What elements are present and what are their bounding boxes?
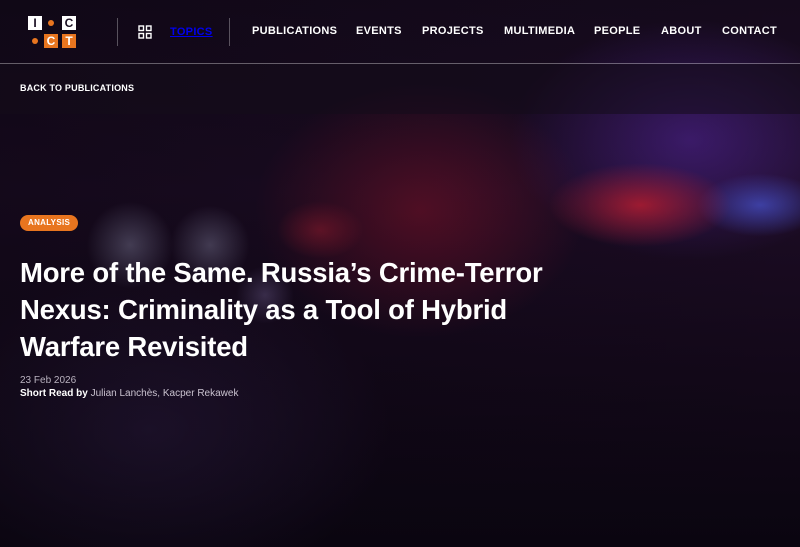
icct-logo[interactable]: I C C T <box>28 16 80 48</box>
author-link[interactable]: Julian Lanchès <box>91 388 158 399</box>
nav-multimedia[interactable]: MULTIMEDIA <box>504 25 575 37</box>
byline-by: by <box>76 388 88 399</box>
back-to-publications-link[interactable]: BACK TO PUBLICATIONS <box>20 83 134 93</box>
logo-dot <box>48 20 54 26</box>
top-navigation: I C C T TOPICS PUBLICATIONS EVENTS PROJE… <box>0 0 800 64</box>
article-byline: Short Read by Julian Lanchès, Kacper Rek… <box>20 388 238 399</box>
publication-type: Short Read <box>20 388 74 399</box>
topics-menu-button[interactable]: TOPICS <box>138 22 213 42</box>
publish-date: 23 Feb 2026 <box>20 375 77 386</box>
grid-icon <box>138 25 152 39</box>
nav-people[interactable]: PEOPLE <box>594 25 640 37</box>
logo-letter-c: C <box>62 16 76 30</box>
topics-label: TOPICS <box>170 26 213 38</box>
nav-contact[interactable]: CONTACT <box>722 25 777 37</box>
category-badge[interactable]: ANALYSIS <box>20 215 79 231</box>
author-link[interactable]: Kacper Rekawek <box>163 388 239 399</box>
logo-letter-i: I <box>28 16 42 30</box>
logo-letter-t: T <box>62 34 76 48</box>
logo-dot <box>32 38 38 44</box>
nav-publications[interactable]: PUBLICATIONS <box>252 25 337 37</box>
nav-divider <box>229 18 230 46</box>
nav-divider <box>117 18 118 46</box>
nav-projects[interactable]: PROJECTS <box>422 25 484 37</box>
nav-about[interactable]: ABOUT <box>661 25 702 37</box>
article-title: More of the Same. Russia’s Crime-Terror … <box>20 257 543 362</box>
nav-events[interactable]: EVENTS <box>356 25 402 37</box>
logo-letter-c2: C <box>44 34 58 48</box>
